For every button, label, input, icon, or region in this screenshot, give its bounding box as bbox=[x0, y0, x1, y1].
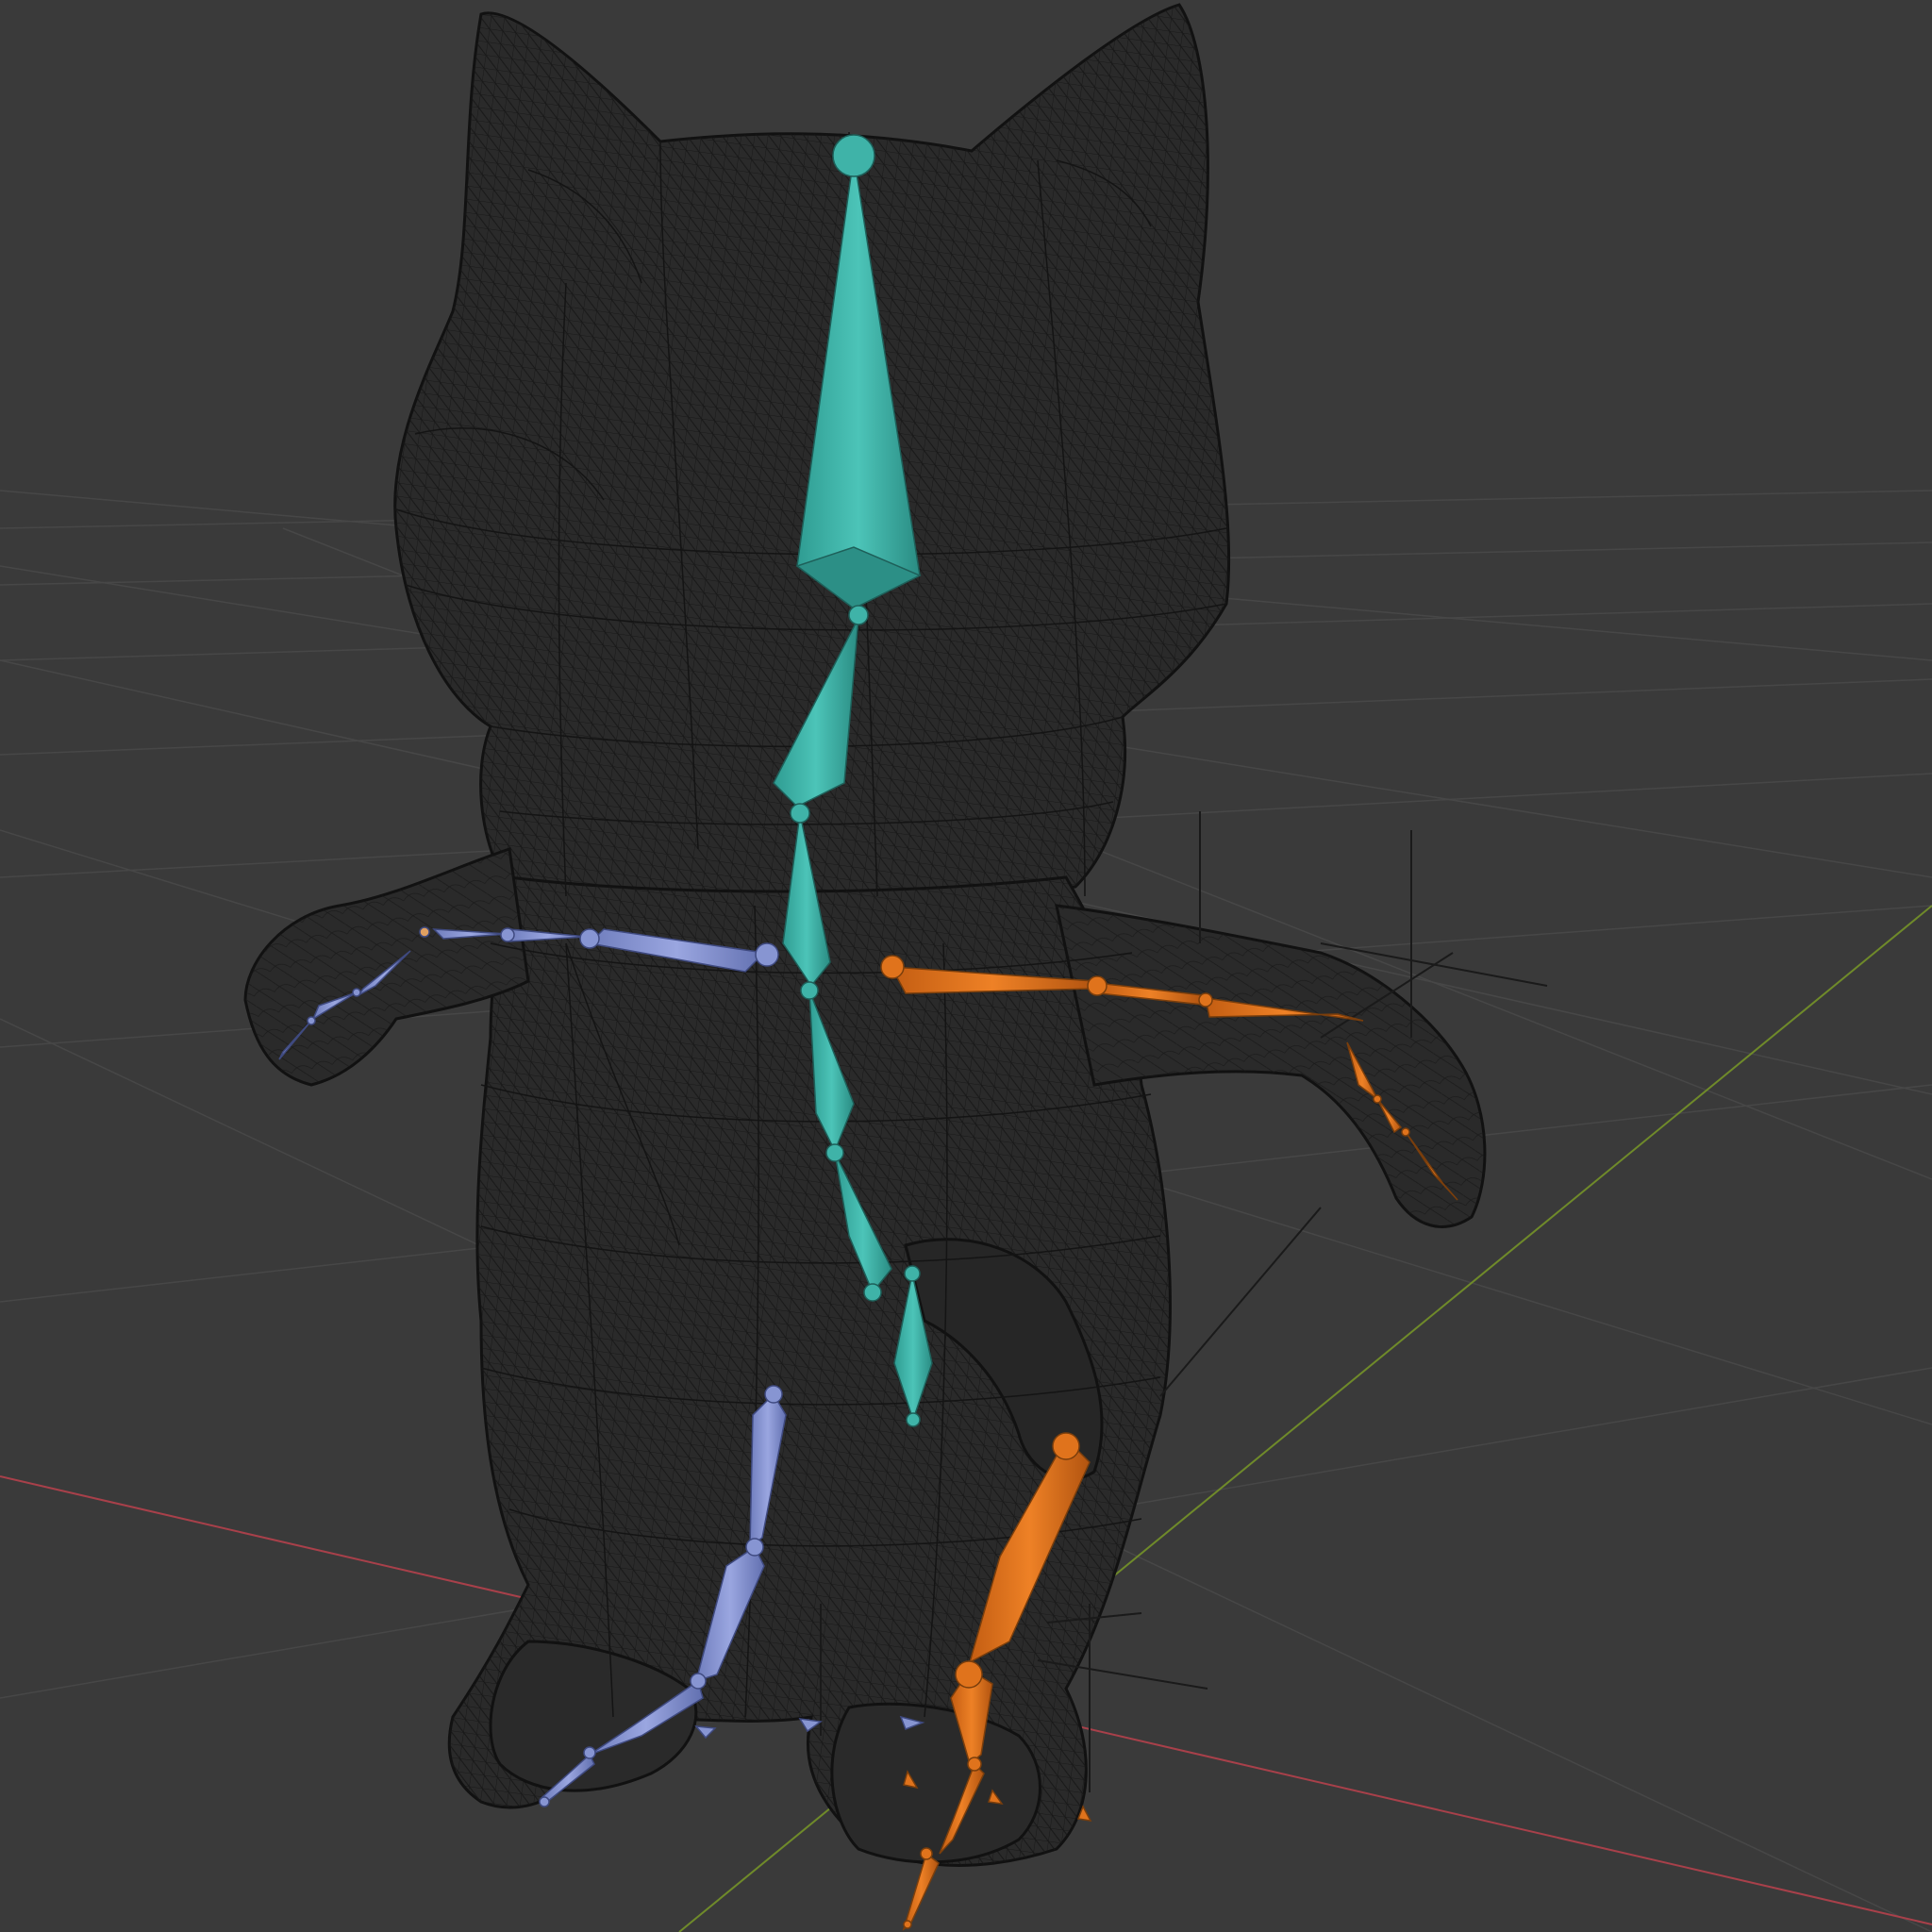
bone-hand-l-tip[interactable] bbox=[419, 926, 430, 938]
bone-neck-joint[interactable] bbox=[848, 605, 869, 625]
bone-toe-l-tip[interactable] bbox=[539, 1796, 550, 1807]
bone-hand-l-joint[interactable] bbox=[500, 927, 515, 942]
bone-foot-l-joint[interactable] bbox=[690, 1673, 707, 1690]
bone-toe-r-tip[interactable] bbox=[903, 1920, 912, 1929]
finger-joint-l2 bbox=[307, 1016, 316, 1025]
bone-forearm-l-joint[interactable] bbox=[579, 928, 600, 949]
bone-upper-arm-l-joint[interactable] bbox=[755, 942, 779, 967]
bone-hand-r-joint[interactable] bbox=[1198, 992, 1213, 1008]
bone-shin-l-joint[interactable] bbox=[745, 1538, 764, 1557]
bone-shin-r-joint[interactable] bbox=[955, 1660, 983, 1689]
3d-viewport[interactable] bbox=[0, 0, 1932, 1932]
bone-tail-joint[interactable] bbox=[904, 1265, 921, 1282]
viewport-canvas[interactable] bbox=[0, 0, 1932, 1932]
bone-toe-l-joint[interactable] bbox=[583, 1746, 596, 1759]
bone-head-joint[interactable] bbox=[832, 134, 875, 177]
finger-joint-r1 bbox=[1373, 1094, 1382, 1104]
bone-chest-joint[interactable] bbox=[790, 803, 810, 824]
bone-thigh-l-joint[interactable] bbox=[764, 1385, 783, 1404]
bone-hips-joint[interactable] bbox=[863, 1283, 882, 1302]
bone-toe-r-joint[interactable] bbox=[920, 1847, 933, 1860]
bone-spine-lower-joint[interactable] bbox=[825, 1143, 844, 1162]
bone-tail-tip-joint[interactable] bbox=[906, 1412, 921, 1427]
bone-upper-arm-r-joint[interactable] bbox=[880, 955, 905, 979]
bone-spine-joint[interactable] bbox=[800, 981, 819, 1000]
bone-foot-r-joint[interactable] bbox=[967, 1757, 982, 1772]
bone-thigh-r-joint[interactable] bbox=[1052, 1432, 1080, 1460]
finger-joint-l1 bbox=[352, 988, 361, 997]
finger-joint-r2 bbox=[1401, 1127, 1410, 1137]
bone-forearm-r-joint[interactable] bbox=[1087, 975, 1108, 996]
